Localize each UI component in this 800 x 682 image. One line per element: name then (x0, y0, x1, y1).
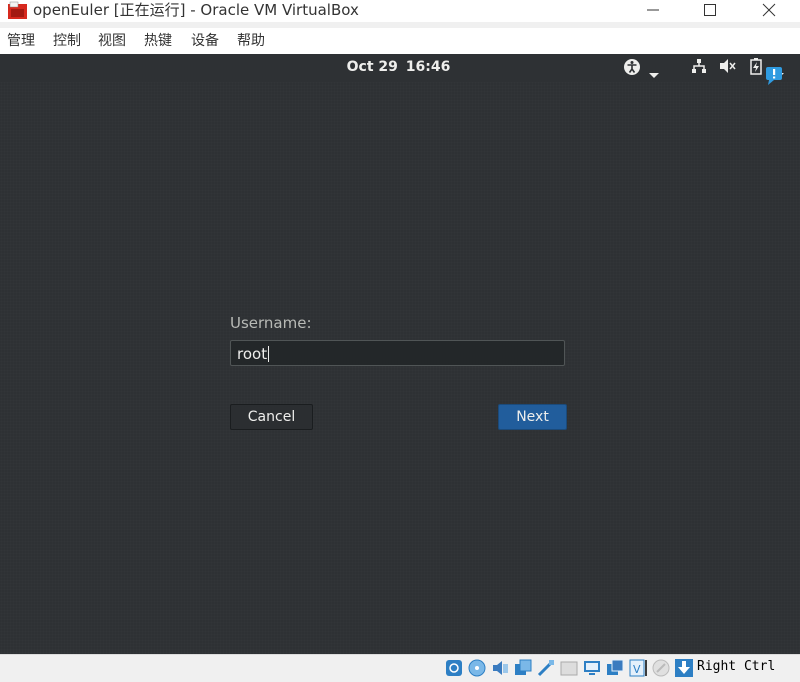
maximize-button[interactable] (690, 0, 730, 20)
network-icon[interactable] (513, 658, 533, 678)
vm-display[interactable]: Oct 29 16:46 Username: root Cancel Next (0, 54, 800, 654)
text-caret (268, 346, 270, 362)
vbox-status-bar: V Right Ctrl (0, 654, 800, 681)
next-button[interactable]: Next (498, 404, 567, 430)
battery-charging-icon[interactable] (750, 58, 762, 79)
menu-bar: 管理 控制 视图 热键 设备 帮助 (0, 28, 800, 54)
menu-control[interactable]: 控制 (53, 32, 81, 50)
display-icon[interactable] (582, 658, 602, 678)
accessibility-icon[interactable] (623, 58, 641, 80)
username-field[interactable]: root (230, 340, 565, 366)
dropdown-arrow-icon[interactable] (649, 64, 659, 83)
volume-muted-icon[interactable] (719, 58, 737, 78)
window-titlebar: openEuler [正在运行] - Oracle VM VirtualBox (0, 0, 800, 22)
minimize-button[interactable] (633, 0, 673, 20)
clock-date: Oct 29 (346, 59, 398, 75)
shared-folders-icon[interactable] (559, 658, 579, 678)
notification-alert-icon[interactable] (764, 66, 784, 90)
window-title: openEuler [正在运行] - Oracle VM VirtualBox (33, 1, 359, 19)
hard-disk-icon[interactable] (444, 658, 464, 678)
clock-time: 16:46 (405, 59, 451, 75)
menu-hotkeys[interactable]: 热键 (144, 32, 172, 50)
menu-manage[interactable]: 管理 (7, 32, 35, 50)
menu-view[interactable]: 视图 (98, 32, 126, 50)
username-value: root (237, 345, 268, 363)
network-wired-icon[interactable] (691, 58, 707, 78)
virtualization-icon[interactable]: V (628, 658, 648, 678)
menu-help[interactable]: 帮助 (237, 32, 265, 50)
svg-text:V: V (633, 663, 641, 676)
mouse-integration-icon[interactable] (651, 658, 671, 678)
virtualbox-app-icon (7, 1, 28, 20)
clock[interactable]: Oct 29 16:46 (0, 59, 800, 75)
cancel-button[interactable]: Cancel (230, 404, 313, 430)
username-label: Username: (230, 314, 312, 332)
keyboard-capture-icon[interactable] (674, 658, 694, 678)
host-key-label: Right Ctrl (697, 659, 776, 674)
menu-devices[interactable]: 设备 (191, 32, 219, 50)
optical-drive-icon[interactable] (467, 658, 487, 678)
close-window-button[interactable] (749, 0, 789, 20)
video-capture-icon[interactable] (605, 658, 625, 678)
gnome-top-bar: Oct 29 16:46 (0, 54, 800, 85)
usb-icon[interactable] (536, 658, 556, 678)
audio-icon[interactable] (490, 658, 510, 678)
